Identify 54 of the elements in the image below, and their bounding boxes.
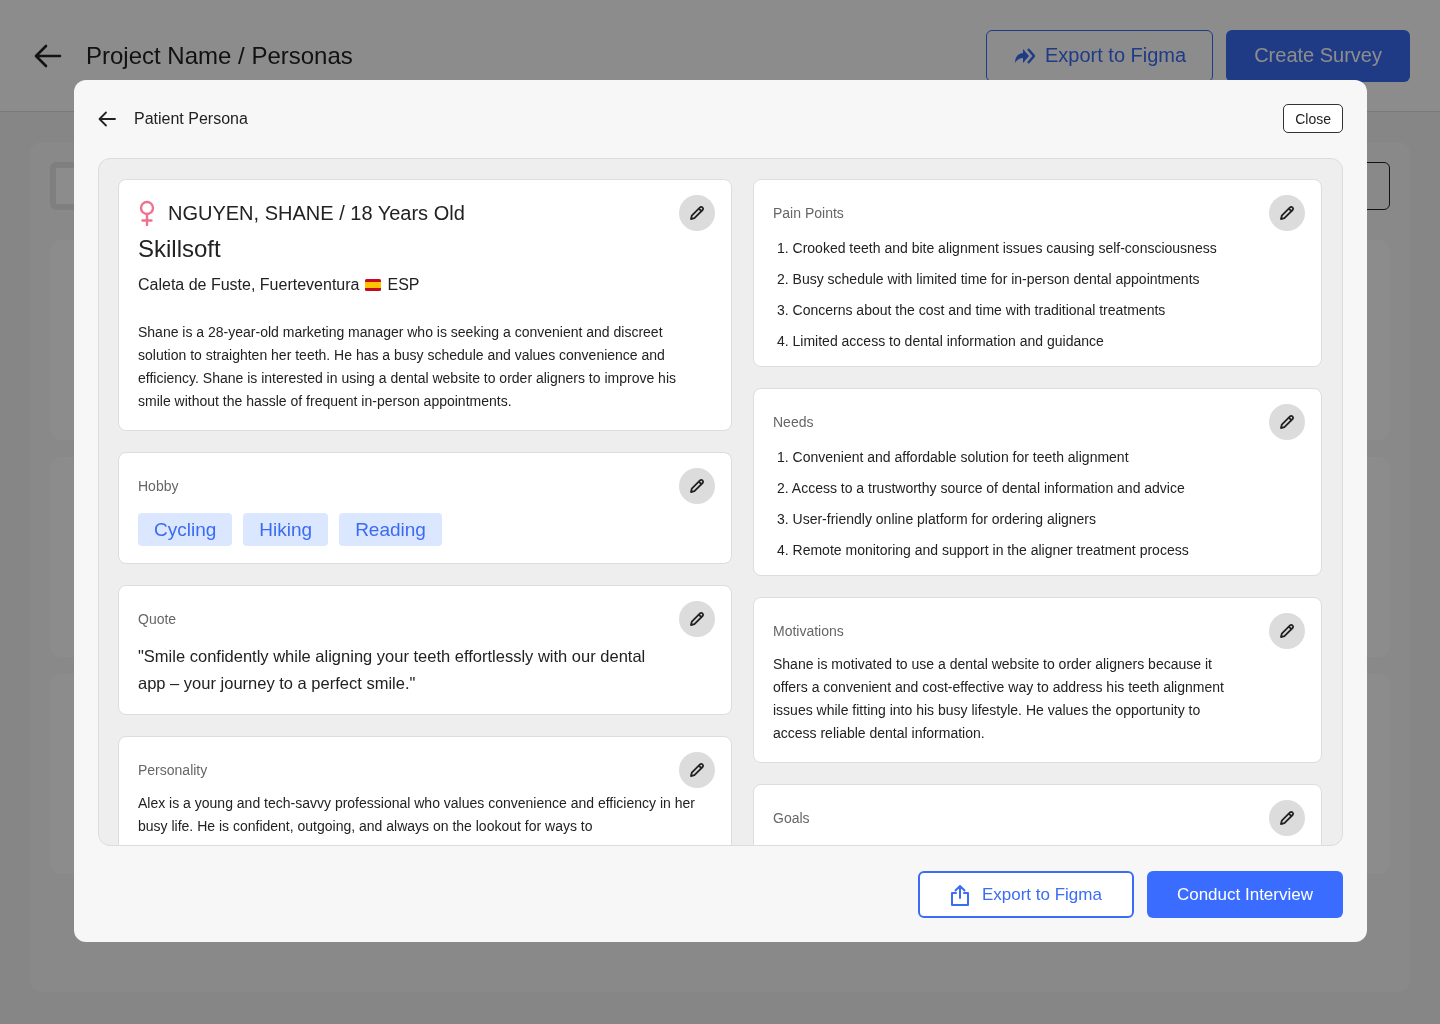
close-button[interactable]: Close [1283,104,1343,133]
section-title: Goals [773,810,810,826]
edit-button[interactable] [1269,195,1305,231]
list-item: 3. User-friendly online platform for ordering aligners [777,510,1098,529]
pencil-icon [688,477,706,495]
section-title: Hobby [138,478,179,494]
pencil-icon [1278,204,1296,222]
list-item: 2. Access to a trustworthy source of dental information and advice [777,479,1186,498]
create-survey-button[interactable]: Create Survey [1226,29,1410,82]
export-button[interactable]: Export to Figma [986,29,1214,82]
share-icon [949,883,970,906]
flag-icon [365,279,382,291]
pencil-icon [1278,809,1296,827]
pencil-icon [688,761,706,779]
female-symbol-icon [138,200,156,226]
edit-button[interactable] [679,195,715,231]
export-button[interactable]: Export to Figma [917,871,1134,918]
section-text: Shane is motivated to use a dental website to order aligners because it offers a convenient and cost-effective way to address his teeth alignment issues while fitting into his busy lifestyle. He values the opportunity to access reliable dental information. [773,655,1225,743]
edit-button[interactable] [1269,800,1305,836]
section-text: Alex is a young and tech-savvy professional who values convenience and efficiency in her busy life. He is confident, outgoing, and always on the lookout for ways to [138,794,696,836]
section-title: Needs [773,414,814,430]
conduct-interview-button[interactable]: Conduct Interview [1146,871,1343,918]
section-title: Pain Points [773,205,844,221]
country-code: ESP [387,275,420,295]
page-title: Project Name / Personas [86,41,354,70]
hobby-tag: Cycling [138,513,233,546]
section-title: Motivations [773,623,844,639]
edit-button[interactable] [1269,613,1305,649]
location-text: Caleta de Fuste, Fuerteventura [138,275,360,295]
bio-text: Shane is a 28-year-old marketing manager who is seeking a convenient and discreet solution to straighten her teeth. He has a busy schedule and values convenience and efficiency. Shane is interested in using a dental website to order aligners to improve his smile without the hassle of frequent in-person appointments. [138,323,677,411]
edit-button[interactable] [1269,404,1305,440]
hobby-tag: Reading [339,513,442,546]
pencil-icon [1278,413,1296,431]
list-item: 1. Convenient and affordable solution for teeth alignment [777,448,1130,467]
quote-text: "Smile confidently while aligning your teeth effortlessly with our dental app – your journey to a perfect smile." [138,646,647,694]
back-arrow-icon[interactable] [98,110,116,127]
section-title: Personality [138,762,208,778]
list-item: 1. Crooked teeth and bite alignment issues causing self-consciousness [777,239,1218,258]
list-item: 3. Concerns about the cost and time with traditional treatments [777,301,1167,320]
edit-button[interactable] [679,752,715,788]
pencil-icon [688,610,706,628]
hobby-tag: Hiking [243,513,329,546]
list-item: 4. Remote monitoring and support in the aligner treatment process [777,541,1190,560]
edit-button[interactable] [679,601,715,637]
list-item: 4. Limited access to dental information and guidance [777,332,1105,351]
dialog-title: Patient Persona [134,109,249,128]
persona-name: NGUYEN, SHANE / 18 Years Old [168,201,465,225]
edit-button[interactable] [679,468,715,504]
double-arrow-icon [1013,46,1035,65]
company-name: Skillsoft [138,234,222,264]
section-title: Quote [138,611,177,627]
pencil-icon [688,204,706,222]
pencil-icon [1278,622,1296,640]
list-item: 2. Busy schedule with limited time for in-person dental appointments [777,270,1201,289]
